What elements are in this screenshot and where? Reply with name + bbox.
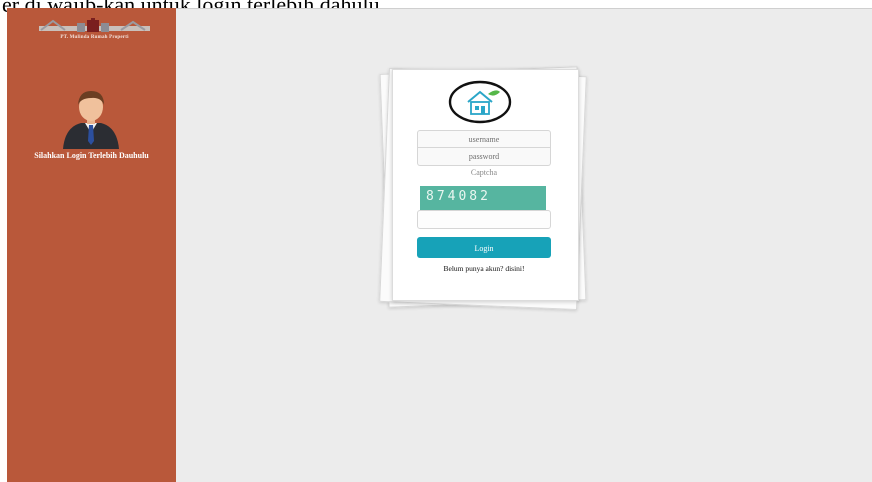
user-avatar-icon: [63, 91, 119, 149]
sidebar: PT. Mulinda Rumah Properti Silahkan Logi…: [7, 8, 176, 482]
company-logo: PT. Mulinda Rumah Properti: [37, 17, 152, 43]
login-button[interactable]: Login: [417, 237, 551, 258]
password-input[interactable]: [417, 148, 551, 166]
username-input[interactable]: [417, 130, 551, 148]
logo-mark-icon: [39, 18, 150, 32]
logo-text: PT. Mulinda Rumah Properti: [60, 35, 129, 40]
register-link[interactable]: Belum punya akun? disini!: [417, 264, 551, 273]
captcha-input[interactable]: [417, 210, 551, 229]
login-prompt-text: Silahkan Login Terlebih Dauhulu: [34, 151, 149, 160]
captcha-image: 874082: [420, 186, 546, 210]
captcha-label: Captcha: [470, 168, 498, 177]
house-logo-icon: [448, 80, 512, 124]
